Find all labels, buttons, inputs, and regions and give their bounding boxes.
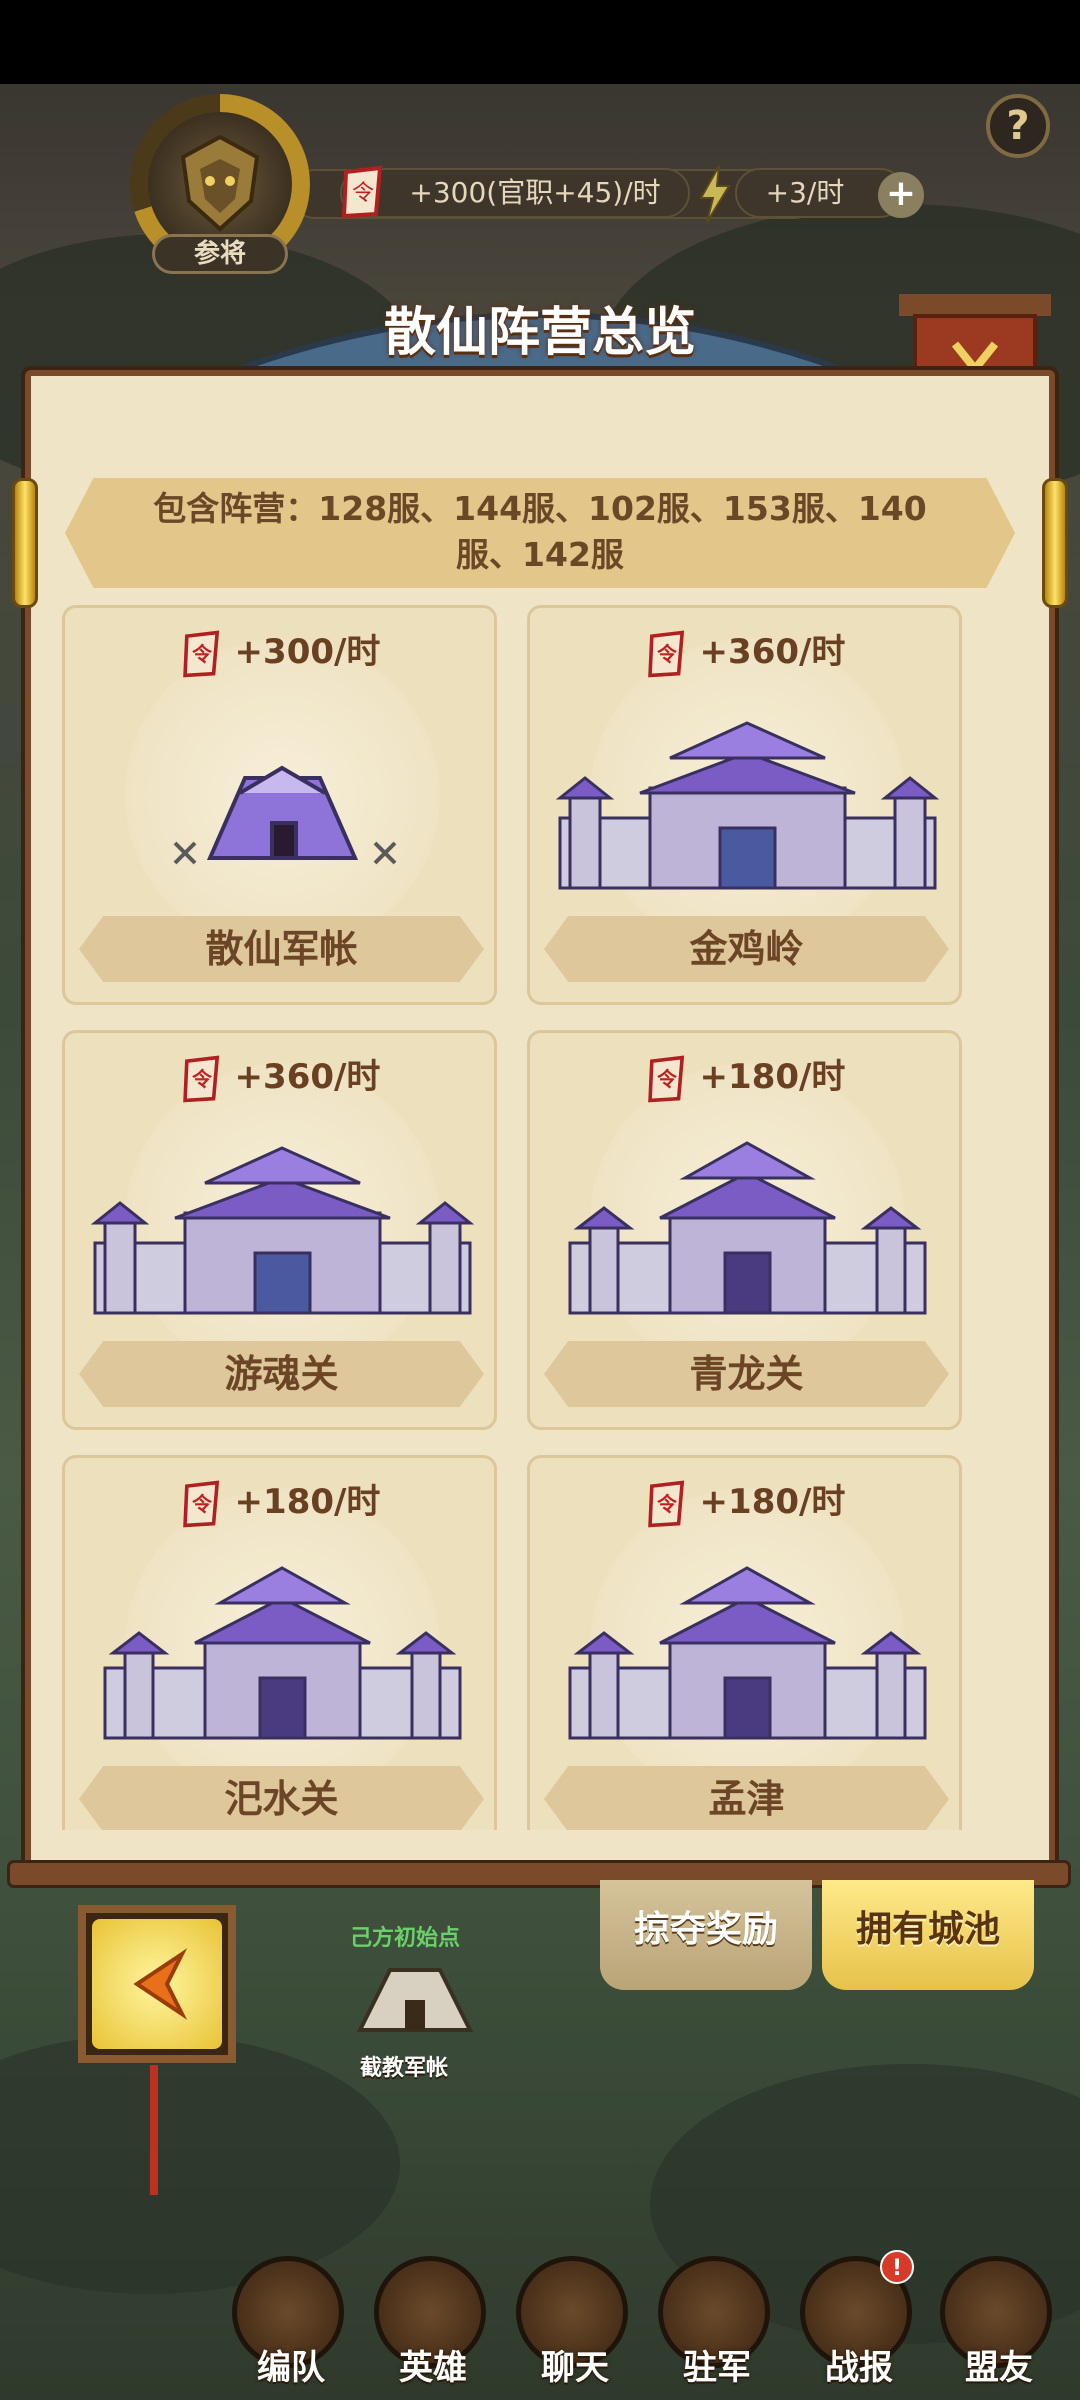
nav-label: 驻军 — [683, 2348, 751, 2388]
city-name: 游魂关 — [79, 1341, 484, 1407]
city-card[interactable]: 令 +180/时青龙关 — [527, 1030, 962, 1430]
tent-icon — [65, 698, 494, 918]
token-icon: 令 — [340, 164, 386, 220]
svg-text:令: 令 — [656, 1493, 677, 1516]
token-icon: 令 — [647, 1480, 684, 1527]
city-name: 青龙关 — [544, 1341, 949, 1407]
city-name: 金鸡岭 — [544, 916, 949, 982]
lightning-icon — [695, 164, 735, 224]
back-arrow-icon — [133, 1948, 188, 2020]
svg-text:令: 令 — [191, 1068, 212, 1091]
city-name: 孟津 — [544, 1766, 949, 1830]
status-bar — [0, 0, 1080, 84]
help-button[interactable]: ? — [986, 94, 1050, 158]
city-icon — [530, 1548, 959, 1768]
svg-text:令: 令 — [352, 181, 374, 206]
city-name: 汜水关 — [79, 1766, 484, 1830]
city-card[interactable]: 令 +300/时散仙军帐 — [62, 605, 497, 1005]
svg-text:令: 令 — [656, 1068, 677, 1091]
nav-label: 编队 — [257, 2348, 325, 2388]
back-button-tassel — [150, 2065, 158, 2195]
svg-text:令: 令 — [191, 643, 212, 666]
city-rate: 令 +180/时 — [65, 1474, 494, 1529]
city-rate-text: +180/时 — [234, 1482, 381, 1522]
token-icon: 令 — [647, 1055, 684, 1102]
city-card[interactable]: 令 +360/时金鸡岭 — [527, 605, 962, 1005]
nav-item-4[interactable]: 驻军 — [658, 2256, 776, 2396]
token-icon: 令 — [647, 630, 684, 677]
token-icon: 令 — [182, 630, 219, 677]
back-button[interactable] — [92, 1919, 222, 2049]
nav-label: 英雄 — [399, 2348, 467, 2388]
city-rate-text: +360/时 — [699, 632, 846, 672]
city-grid[interactable]: 令 +300/时 散仙军帐令 +360/时 金鸡岭令 +360/时 游魂关令 +180/时 青龙… — [62, 605, 972, 1830]
city-rate: 令 +300/时 — [65, 624, 494, 679]
city-rate-text: +360/时 — [234, 1057, 381, 1097]
tab-raid-rewards[interactable]: 掠夺奖励 — [600, 1880, 812, 1990]
nav-item-6[interactable]: 盟友 — [940, 2256, 1058, 2396]
map-start-point-label: 己方初始点 — [350, 1926, 461, 1951]
token-icon: 令 — [182, 1480, 219, 1527]
city-rate-text: +300/时 — [234, 632, 381, 672]
resource-rate-text: +300(官职+45)/时 — [409, 176, 661, 209]
svg-text:令: 令 — [191, 1493, 212, 1516]
panel-title: 散仙阵营总览 — [383, 303, 696, 363]
city-name: 散仙军帐 — [79, 916, 484, 982]
enemy-camp-label: 截教军帐 — [360, 2056, 449, 2081]
energy-rate-text: +3/时 — [765, 176, 845, 209]
city-rate-text: +180/时 — [699, 1057, 846, 1097]
city-rate: 令 +180/时 — [530, 1474, 959, 1529]
scroll-rod-right — [1042, 478, 1068, 608]
nav-item-2[interactable]: 英雄 — [374, 2256, 492, 2396]
city-card[interactable]: 令 +180/时孟津 — [527, 1455, 962, 1830]
city-icon — [530, 698, 959, 918]
city-icon — [65, 1548, 494, 1768]
city-card[interactable]: 令 +360/时游魂关 — [62, 1030, 497, 1430]
enemy-tent-icon[interactable] — [330, 1960, 500, 2040]
city-rate: 令 +180/时 — [530, 1049, 959, 1104]
city-rate-text: +180/时 — [699, 1482, 846, 1522]
included-camps-text: 包含阵营：128服、144服、102服、153服、140服、142服 — [153, 489, 927, 574]
city-rate: 令 +360/时 — [530, 624, 959, 679]
tab-owned-cities[interactable]: 拥有城池 — [822, 1880, 1034, 1990]
nav-item-1[interactable]: 编队 — [232, 2256, 350, 2396]
svg-text:令: 令 — [656, 643, 677, 666]
token-icon: 令 — [182, 1055, 219, 1102]
add-energy-button[interactable]: + — [878, 172, 924, 218]
resource-rate: +300(官职+45)/时 — [340, 168, 690, 218]
city-icon — [530, 1123, 959, 1343]
alert-badge: ! — [880, 2250, 914, 2284]
scroll-rod-left — [12, 478, 38, 608]
city-icon — [65, 1123, 494, 1343]
nav-label: 盟友 — [965, 2348, 1033, 2388]
city-rate: 令 +360/时 — [65, 1049, 494, 1104]
background-hill — [0, 2034, 400, 2294]
nav-label: 聊天 — [541, 2348, 609, 2388]
city-card[interactable]: 令 +180/时汜水关 — [62, 1455, 497, 1830]
nav-label: 战报 — [825, 2348, 893, 2388]
nav-item-3[interactable]: 聊天 — [516, 2256, 634, 2396]
